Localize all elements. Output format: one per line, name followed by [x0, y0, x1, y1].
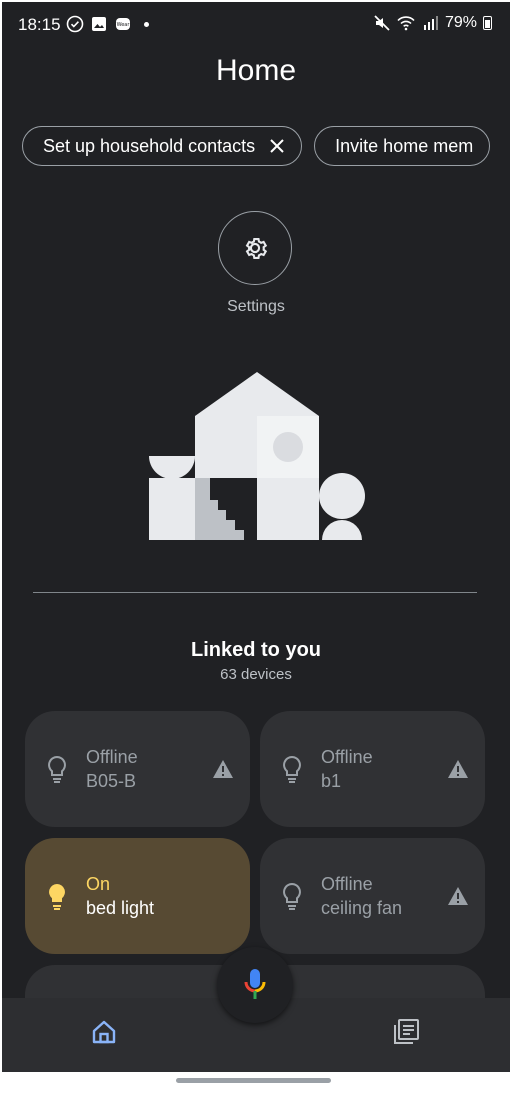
device-count: 63 devices [220, 666, 292, 683]
close-icon[interactable] [269, 138, 285, 154]
device-tile[interactable]: On bed light [25, 838, 250, 954]
status-time: 18:15 [18, 15, 61, 34]
device-state: Offline [321, 747, 373, 767]
lightbulb-icon [48, 755, 66, 783]
warning-icon [448, 887, 468, 905]
device-state: Offline [321, 874, 373, 894]
gear-icon [245, 237, 268, 259]
feed-icon[interactable] [392, 1018, 420, 1046]
wear-icon: Wear [116, 18, 131, 30]
voice-assistant-button[interactable] [217, 947, 293, 1023]
lightbulb-icon [49, 884, 65, 910]
signal-icon [423, 16, 438, 30]
battery-icon [483, 16, 492, 30]
device-state: Offline [86, 747, 138, 767]
gesture-handle[interactable] [176, 1078, 331, 1083]
warning-icon [213, 760, 233, 778]
device-tile[interactable]: Offline b1 [260, 711, 485, 827]
chip-label: Set up household contacts [43, 135, 256, 156]
battery-percent: 79% [444, 14, 477, 31]
mute-icon [374, 15, 390, 31]
status-bar: 18:15 Wear 79% [2, 2, 510, 46]
suggestion-chips: Set up household contacts Invite home me… [22, 126, 491, 166]
chip-household-contacts[interactable]: Set up household contacts [22, 126, 303, 166]
section-divider [33, 592, 477, 593]
chip-label: Invite home mem [335, 135, 474, 156]
settings-label: Settings [227, 298, 285, 315]
home-icon[interactable] [91, 1019, 117, 1045]
lightbulb-icon [283, 755, 301, 783]
notification-dot-icon [144, 21, 149, 27]
svg-text:Wear: Wear [117, 22, 131, 28]
house-illustration [149, 372, 365, 540]
device-name: bed light [86, 898, 155, 918]
app-screen: 18:15 Wear 79% Home Set up household con… [2, 2, 510, 1072]
gallery-icon [92, 17, 106, 31]
linked-section-title: Linked to you [191, 639, 321, 661]
settings-button[interactable] [218, 211, 292, 285]
check-circle-icon [66, 15, 84, 33]
warning-icon [448, 760, 468, 778]
chip-invite-home-members[interactable]: Invite home mem [314, 126, 491, 166]
mic-icon [244, 969, 266, 999]
device-state: On [86, 874, 111, 894]
device-tile[interactable]: Offline B05-B [25, 711, 250, 827]
lightbulb-icon [283, 882, 301, 910]
page-title: Home [215, 54, 297, 87]
wifi-icon [397, 16, 415, 31]
device-tile[interactable]: Offline ceiling fan [260, 838, 485, 954]
device-name: ceiling fan [321, 898, 403, 918]
device-name: B05-B [86, 771, 137, 791]
device-name: b1 [321, 771, 342, 791]
